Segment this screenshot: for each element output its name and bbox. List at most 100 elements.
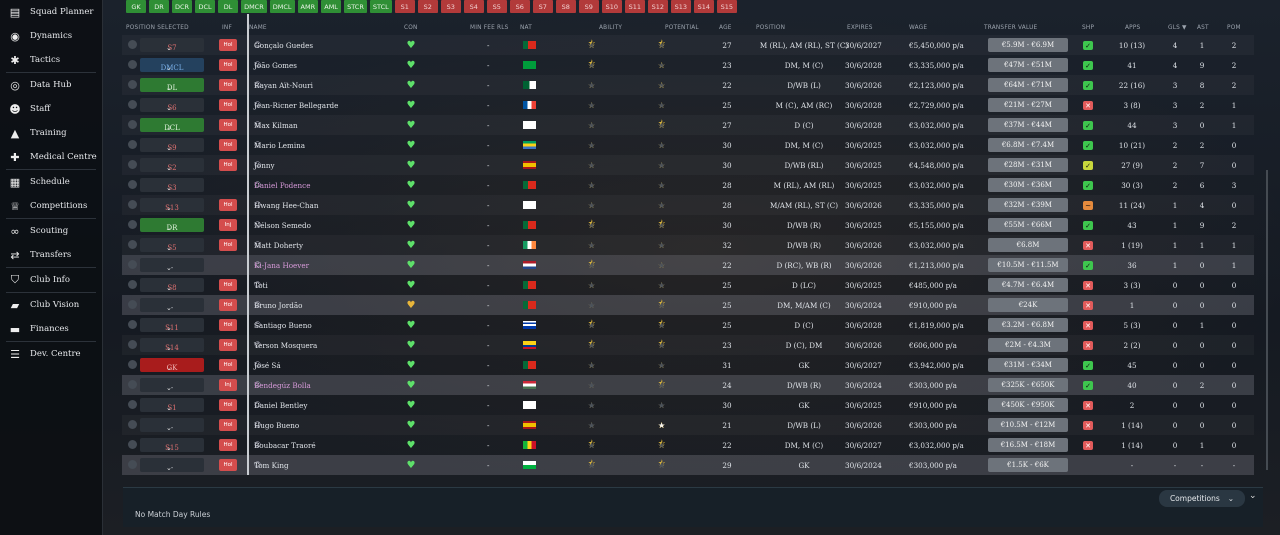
expand-chevron-icon[interactable]: ⌄ <box>1249 491 1257 501</box>
position-filter-s1[interactable]: S1 <box>394 0 415 13</box>
col-min-fee[interactable]: MIN FEE RLS <box>470 25 509 31</box>
sidebar-item-competitions[interactable]: ♕ Competitions <box>0 194 102 218</box>
competitions-dropdown[interactable]: Competitions ⌄ <box>1159 490 1245 507</box>
row-select-checkbox[interactable] <box>128 440 137 449</box>
position-filter-amr[interactable]: AMR <box>297 0 319 13</box>
status-badge[interactable]: Hol <box>219 439 237 451</box>
status-badge[interactable]: Hol <box>219 39 237 51</box>
position-filter-s4[interactable]: S4 <box>463 0 484 13</box>
position-filter-s11[interactable]: S11 <box>624 0 645 13</box>
table-row[interactable]: S3 ⌄ ☺ Daniel Podence ♥ - ★ ★ ★ ★ ★ ★ ★ ★ ★ ★ 28 M (RL), … <box>122 175 1254 195</box>
status-badge[interactable]: Hol <box>219 139 237 151</box>
table-row[interactable]: DL ⌄ Hol ☺ Rayan Aït-Nouri ♥ - ★ ★ ★ ★ ★ ★ ★ ★ ★ ★ 22 D/WB… <box>122 75 1254 95</box>
position-selected-dropdown[interactable]: DR ⌄ <box>140 218 204 232</box>
status-badge[interactable]: Hol <box>219 459 237 471</box>
status-badge[interactable]: Hol <box>219 59 237 71</box>
row-select-checkbox[interactable] <box>128 420 137 429</box>
scrollbar[interactable] <box>1266 170 1268 470</box>
position-filter-dmcr[interactable]: DMCR <box>241 0 267 13</box>
status-badge[interactable]: Hol <box>219 419 237 431</box>
position-selected-dropdown[interactable]: DCL ⌄ <box>140 118 204 132</box>
sidebar-item-medical-centre[interactable]: ✚ Medical Centre <box>0 145 102 169</box>
table-row[interactable]: S7 ⌄ Hol ☺ Gonçalo Guedes ♥ - ★ ★ ★ ⯪ ★ ★ ★ ★ ⯪ ★ 27 M (RL… <box>122 35 1254 55</box>
row-select-checkbox[interactable] <box>128 160 137 169</box>
row-select-checkbox[interactable] <box>128 240 137 249</box>
table-row[interactable]: S8 ⌄ Hol ☺ Toti ♥ - ★ ★ ★ ★ ★ ★ ★ ★ ★ ★ 25 D (LC) 30/6/2025… <box>122 275 1254 295</box>
col-apps[interactable]: APPS <box>1125 25 1140 31</box>
row-select-checkbox[interactable] <box>128 300 137 309</box>
position-filter-aml[interactable]: AML <box>321 0 342 13</box>
position-selected-dropdown[interactable]: S5 ⌄ <box>140 238 204 252</box>
status-badge[interactable]: Hol <box>219 119 237 131</box>
position-selected-dropdown[interactable]: S11 ⌄ <box>140 318 204 332</box>
position-selected-dropdown[interactable]: - ⌄ <box>140 418 204 432</box>
status-badge[interactable]: Hol <box>219 359 237 371</box>
position-selected-dropdown[interactable]: GK ⌄ <box>140 358 204 372</box>
status-badge[interactable]: Hol <box>219 239 237 251</box>
row-select-checkbox[interactable] <box>128 140 137 149</box>
col-name[interactable]: NAME <box>249 25 267 31</box>
table-row[interactable]: S13 ⌄ Hol ☺ Hwang Hee-Chan ♥ - ★ ★ ★ ★ ★ ★ ★ ★ ★ ★ 28 M/AM… <box>122 195 1254 215</box>
col-position-selected[interactable]: POSITION SELECTED <box>126 25 189 31</box>
status-badge[interactable]: Hol <box>219 159 237 171</box>
row-select-checkbox[interactable] <box>128 60 137 69</box>
position-filter-s6[interactable]: S6 <box>509 0 530 13</box>
position-filter-dcr[interactable]: DCR <box>172 0 193 13</box>
position-selected-dropdown[interactable]: DMCL ⌄ <box>140 58 204 72</box>
position-filter-s8[interactable]: S8 <box>555 0 576 13</box>
row-select-checkbox[interactable] <box>128 180 137 189</box>
row-select-checkbox[interactable] <box>128 400 137 409</box>
position-selected-dropdown[interactable]: - ⌄ <box>140 458 204 472</box>
table-row[interactable]: - ⌄ ☺ Ki-Jana Hoever ♥ - ★ ★ ⯪ ★ ★ ★ ★ ★ ★ ★ 22 D (RC), W… <box>122 255 1254 275</box>
col-nat[interactable]: NAT <box>520 25 532 31</box>
col-shp[interactable]: SHP <box>1082 25 1094 31</box>
table-row[interactable]: - ⌄ Hol ☺ Bruno Jordão ♥ - ★ ★ ★ ★ ★ ★ ★ ⯪ ★ ★ 25 DM, M/AM… <box>122 295 1254 315</box>
table-row[interactable]: S11 ⌄ Hol ☺ Santiago Bueno ♥ - ★ ★ ⯪ ★ ★ ★ ★ ⯪ ★ ★ 25 D (C… <box>122 315 1254 335</box>
sidebar-item-finances[interactable]: ▬ Finances <box>0 317 102 341</box>
status-badge[interactable]: Hol <box>219 79 237 91</box>
table-row[interactable]: DMCL ⌄ Hol ☺ João Gomes ♥ - ★ ★ ★ ⯪ ★ ★ ★ ★ ★ ★ 23 DM, M (… <box>122 55 1254 75</box>
col-position[interactable]: POSITION <box>756 25 785 31</box>
row-select-checkbox[interactable] <box>128 460 137 469</box>
row-select-checkbox[interactable] <box>128 360 137 369</box>
position-filter-gk[interactable]: GK <box>126 0 146 13</box>
status-badge[interactable]: Hol <box>219 299 237 311</box>
position-selected-dropdown[interactable]: - ⌄ <box>140 298 204 312</box>
row-select-checkbox[interactable] <box>128 280 137 289</box>
row-select-checkbox[interactable] <box>128 100 137 109</box>
sidebar-item-staff[interactable]: ☻ Staff <box>0 97 102 121</box>
position-filter-s13[interactable]: S13 <box>670 0 691 13</box>
position-filter-stcr[interactable]: STCR <box>344 0 367 13</box>
col-inf[interactable]: INF <box>222 25 232 31</box>
sidebar-item-club-vision[interactable]: ▰ Club Vision <box>0 293 102 317</box>
position-filter-dl[interactable]: DL <box>218 0 239 13</box>
col-expires[interactable]: EXPIRES <box>847 25 873 31</box>
table-row[interactable]: - ⌄ Hol ☺ Tom King ♥ - ★ ⯪ ★ ★ ★ ★ ⯪ ★ ★ ★ 29 GK 30/6/2024 €… <box>122 455 1254 475</box>
table-row[interactable]: GK ⌄ Hol ☺ José Sá ♥ - ★ ★ ★ ★ ★ ★ ★ ★ ★ ★ 31 GK 30/6/2027 €… <box>122 355 1254 375</box>
sidebar-item-schedule[interactable]: ▦ Schedule <box>0 170 102 194</box>
position-selected-dropdown[interactable]: S2 ⌄ <box>140 158 204 172</box>
position-selected-dropdown[interactable]: S9 ⌄ <box>140 138 204 152</box>
status-badge[interactable]: Hol <box>219 279 237 291</box>
row-select-checkbox[interactable] <box>128 260 137 269</box>
position-filter-s9[interactable]: S9 <box>578 0 599 13</box>
position-filter-s15[interactable]: S15 <box>716 0 737 13</box>
position-selected-dropdown[interactable]: S1 ⌄ <box>140 398 204 412</box>
sidebar-item-tactics[interactable]: ✱ Tactics <box>0 48 102 72</box>
position-selected-dropdown[interactable]: S7 ⌄ <box>140 38 204 52</box>
col-potential[interactable]: POTENTIAL <box>665 25 699 31</box>
position-filter-stcl[interactable]: STCL <box>369 0 392 13</box>
row-select-checkbox[interactable] <box>128 220 137 229</box>
status-badge[interactable]: Hol <box>219 99 237 111</box>
status-badge[interactable]: Hol <box>219 339 237 351</box>
row-select-checkbox[interactable] <box>128 380 137 389</box>
position-filter-dmcl[interactable]: DMCL <box>269 0 295 13</box>
sidebar-item-scouting[interactable]: ∞ Scouting <box>0 219 102 243</box>
col-wage[interactable]: WAGE <box>909 25 927 31</box>
position-selected-dropdown[interactable]: S15 ⌄ <box>140 438 204 452</box>
position-selected-dropdown[interactable]: S8 ⌄ <box>140 278 204 292</box>
table-row[interactable]: S9 ⌄ Hol ☺ Mario Lemina ♥ - ★ ★ ★ ★ ★ ★ ★ ★ ★ ★ 30 DM, M (… <box>122 135 1254 155</box>
position-selected-dropdown[interactable]: S6 ⌄ <box>140 98 204 112</box>
row-select-checkbox[interactable] <box>128 320 137 329</box>
position-selected-dropdown[interactable]: S3 ⌄ <box>140 178 204 192</box>
